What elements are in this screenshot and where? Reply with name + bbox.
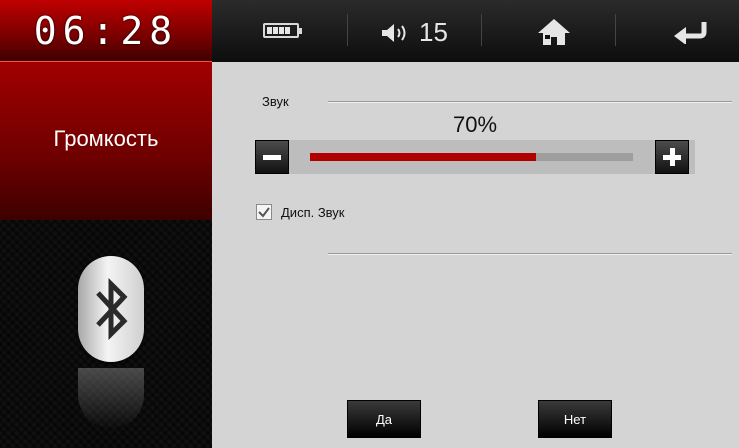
speaker-icon[interactable] (380, 22, 414, 44)
divider (615, 14, 616, 46)
yes-button[interactable]: Да (347, 400, 421, 438)
status-bar: 06:28 15 (0, 0, 739, 62)
plus-icon (656, 141, 688, 173)
back-arrow-icon[interactable] (672, 20, 708, 44)
checkmark-icon (258, 207, 270, 218)
divider (328, 101, 732, 103)
volume-level: 15 (419, 17, 448, 47)
battery-icon (263, 23, 302, 38)
divider (481, 14, 482, 46)
bluetooth-button[interactable] (78, 256, 144, 362)
volume-slider[interactable] (310, 153, 633, 161)
minus-icon (263, 154, 281, 160)
no-button[interactable]: Нет (538, 400, 612, 438)
menu-item-label: Громкость (53, 126, 159, 151)
divider (347, 14, 348, 46)
volume-slider-fill (310, 153, 537, 161)
divider (328, 253, 732, 255)
clock-time: 06:28 (33, 9, 179, 53)
volume-menu-item[interactable]: Громкость (0, 62, 212, 220)
volume-down-button[interactable] (255, 140, 289, 174)
clock: 06:28 (0, 0, 212, 62)
bluetooth-icon (96, 277, 128, 341)
section-title: Звук (262, 94, 289, 109)
display-sound-label: Дисп. Звук (281, 205, 345, 220)
display-sound-checkbox[interactable] (256, 204, 272, 220)
volume-up-button[interactable] (655, 140, 689, 174)
volume-percent: 70% (453, 112, 498, 137)
home-icon[interactable] (537, 18, 571, 46)
